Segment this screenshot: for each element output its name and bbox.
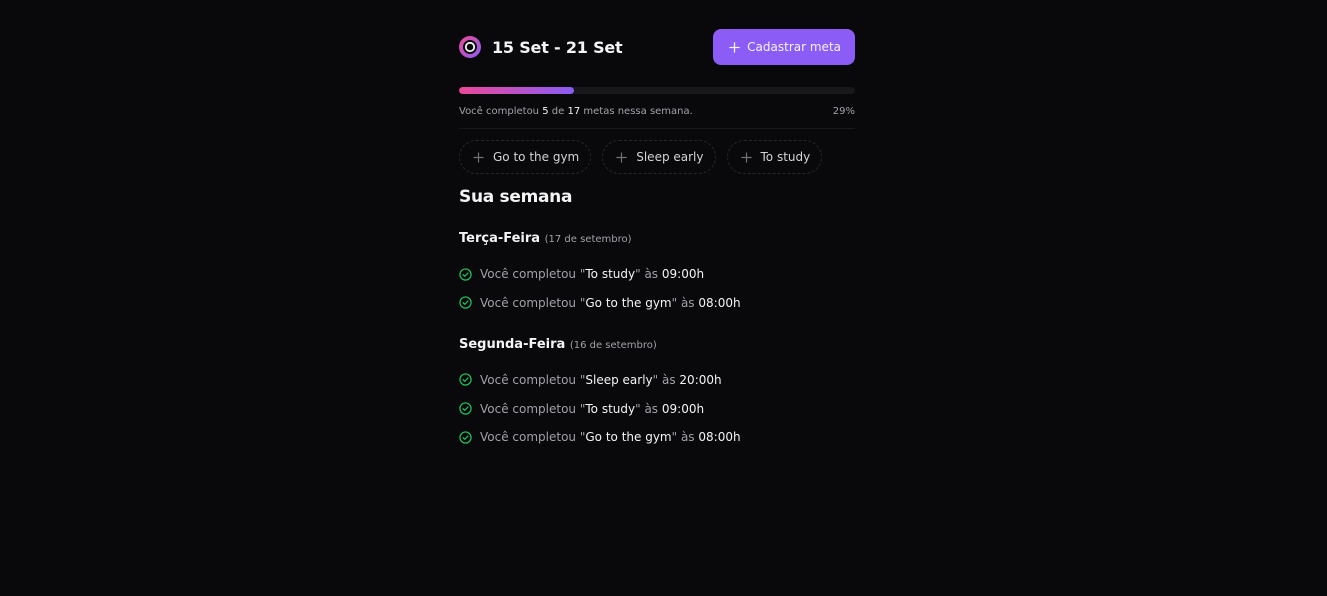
progress-bar — [459, 87, 855, 94]
in-orbit-logo-icon — [459, 36, 481, 58]
completion-at-word: às — [644, 401, 659, 416]
progress-prefix: Você completou — [459, 106, 540, 117]
total-count: 17 — [567, 106, 581, 117]
pending-goal-button[interactable]: Sleep early — [602, 140, 716, 174]
completion-text: Você completou "To study" às 09:00h — [480, 267, 705, 281]
completion-text: Você completou "Go to the gym" às 08:00h — [480, 295, 741, 310]
pending-goal-button[interactable]: To study — [726, 140, 823, 174]
header-title-group: 15 Set - 21 Set — [459, 36, 623, 58]
completion-goal: Go to the gym — [585, 295, 672, 310]
completed-count: 5 — [542, 106, 549, 117]
completion-time: 09:00h — [661, 267, 705, 281]
pending-goal-label: To study — [760, 150, 811, 164]
divider — [459, 128, 855, 129]
create-goal-button[interactable]: Cadastrar meta — [713, 29, 855, 65]
pending-goal-label: Go to the gym — [493, 150, 580, 164]
completion-time: 20:00h — [679, 372, 722, 387]
completion-time: 09:00h — [661, 401, 705, 416]
progress-bar-fill — [459, 87, 574, 94]
day-group: Segunda-Feira (16 de setembro) Você compl… — [459, 337, 855, 448]
completion-time: 08:00h — [698, 430, 741, 445]
completion-goal: To study — [585, 401, 636, 416]
completion-time: 08:00h — [698, 295, 741, 310]
check-circle-icon — [459, 431, 472, 444]
day-group: Terça-Feira (17 de setembro) Você complet… — [459, 231, 855, 313]
days-list: Terça-Feira (17 de setembro) Você complet… — [459, 231, 855, 447]
completion-prefix: Você completou — [480, 401, 577, 416]
completion-item: Você completou "To study" às 09:00h — [459, 399, 855, 419]
plus-icon — [729, 41, 740, 53]
day-title: Segunda-Feira (16 de setembro) — [459, 337, 855, 352]
progress-section: Você completou 5 de 17 metas nessa seman… — [459, 87, 855, 117]
day-weekday: Terça-Feira — [459, 231, 541, 246]
check-circle-icon — [459, 402, 472, 415]
day-date: (17 de setembro) — [544, 234, 632, 245]
progress-of-word: de — [551, 106, 565, 117]
plus-icon — [740, 151, 752, 163]
pending-goal-label: Sleep early — [636, 150, 704, 164]
day-weekday: Segunda-Feira — [459, 336, 566, 352]
completion-goal: Go to the gym — [585, 430, 672, 445]
pending-goal-button[interactable]: Go to the gym — [459, 140, 592, 174]
completion-at-word: às — [644, 267, 659, 281]
completion-at-word: às — [661, 372, 676, 387]
completion-list: Você completou "Sleep early" às 20:00h Vo… — [459, 370, 855, 448]
completion-prefix: Você completou — [480, 430, 577, 445]
completion-text: Você completou "Sleep early" às 20:00h — [480, 372, 722, 387]
progress-percent: 29% — [832, 106, 855, 117]
check-circle-icon — [459, 373, 472, 386]
day-date: (16 de setembro) — [569, 339, 657, 351]
check-circle-icon — [459, 267, 472, 281]
completion-goal: Sleep early — [585, 372, 653, 387]
pending-goals-list: Go to the gym Sleep early To study — [459, 140, 855, 174]
summary-header: 15 Set - 21 Set Cadastrar meta — [459, 29, 855, 65]
completion-text: Você completou "Go to the gym" às 08:00h — [480, 430, 741, 445]
completion-item: Você completou "Go to the gym" às 08:00h — [459, 427, 855, 447]
completion-goal: To study — [585, 267, 636, 281]
completion-at-word: às — [680, 430, 695, 445]
completion-item: Você completou "Go to the gym" às 08:00h — [459, 293, 855, 313]
progress-text: Você completou 5 de 17 metas nessa seman… — [459, 106, 693, 117]
create-goal-label: Cadastrar meta — [747, 40, 841, 54]
completion-item: Você completou "To study" às 09:00h — [459, 264, 855, 284]
week-range-title: 15 Set - 21 Set — [492, 37, 623, 57]
plus-icon — [473, 151, 484, 163]
completion-item: Você completou "Sleep early" às 20:00h — [459, 370, 855, 390]
plus-icon — [616, 151, 627, 163]
day-title: Terça-Feira (17 de setembro) — [459, 231, 855, 246]
completion-prefix: Você completou — [480, 267, 577, 281]
completion-prefix: Você completou — [480, 295, 577, 310]
progress-info: Você completou 5 de 17 metas nessa seman… — [459, 106, 855, 117]
completion-at-word: às — [680, 295, 695, 310]
weekly-summary-panel: 15 Set - 21 Set Cadastrar meta Você comp… — [459, 29, 855, 456]
completion-prefix: Você completou — [480, 372, 577, 387]
progress-suffix: metas nessa semana. — [583, 106, 693, 117]
completion-list: Você completou "To study" às 09:00h Você … — [459, 264, 855, 313]
week-heading: Sua semana — [459, 187, 573, 207]
completion-text: Você completou "To study" às 09:00h — [480, 401, 705, 416]
check-circle-icon — [459, 296, 472, 309]
